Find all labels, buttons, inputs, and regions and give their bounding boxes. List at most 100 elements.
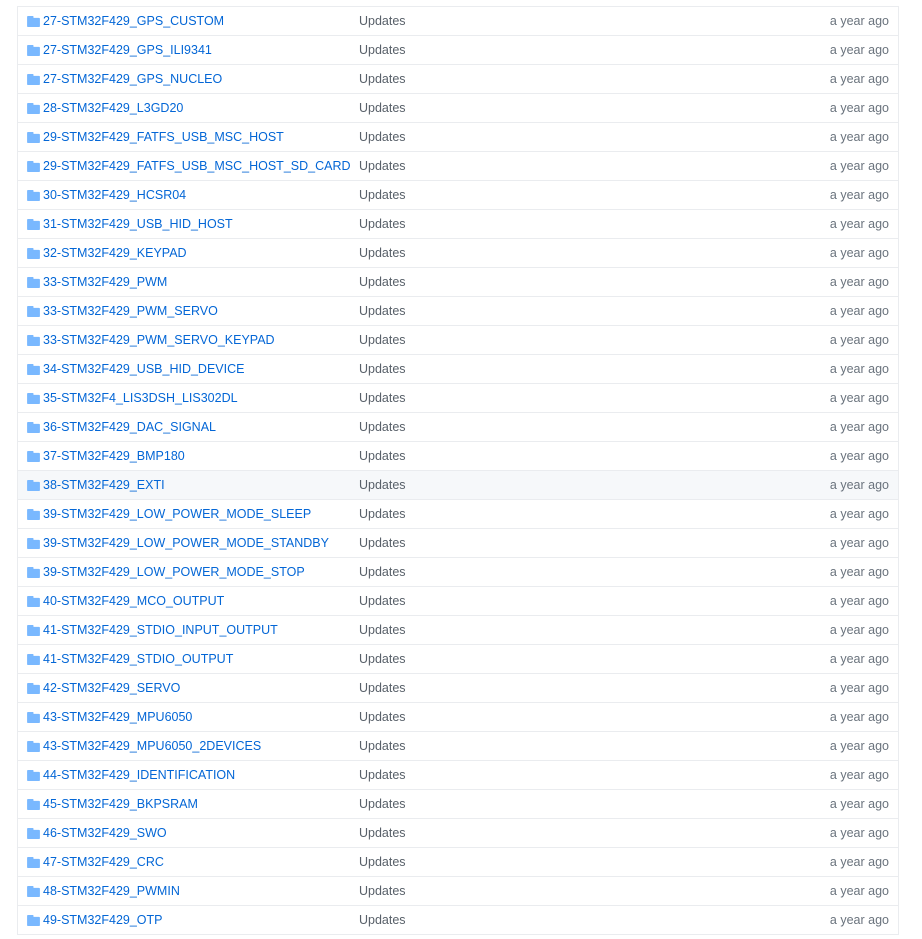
list-item[interactable]: 36-STM32F429_DAC_SIGNAL Updates a year a… <box>18 413 898 442</box>
folder-name-link[interactable]: 30-STM32F429_HCSR04 <box>43 188 186 202</box>
commit-message-link[interactable]: Updates <box>359 913 406 927</box>
list-item[interactable]: 27-STM32F429_GPS_NUCLEO Updates a year a… <box>18 65 898 94</box>
folder-icon <box>27 683 40 694</box>
commit-message-link[interactable]: Updates <box>359 652 406 666</box>
commit-message-link[interactable]: Updates <box>359 449 406 463</box>
commit-message-link[interactable]: Updates <box>359 101 406 115</box>
folder-name-link[interactable]: 33-STM32F429_PWM_SERVO <box>43 304 218 318</box>
commit-message-link[interactable]: Updates <box>359 623 406 637</box>
commit-message-link[interactable]: Updates <box>359 739 406 753</box>
folder-name-link[interactable]: 42-STM32F429_SERVO <box>43 681 180 695</box>
list-item[interactable]: 33-STM32F429_PWM_SERVO_KEYPAD Updates a … <box>18 326 898 355</box>
list-item[interactable]: 45-STM32F429_BKPSRAM Updates a year ago <box>18 790 898 819</box>
folder-name-link[interactable]: 47-STM32F429_CRC <box>43 855 164 869</box>
folder-icon <box>27 915 40 926</box>
folder-name-link[interactable]: 43-STM32F429_MPU6050 <box>43 710 192 724</box>
folder-name-link[interactable]: 43-STM32F429_MPU6050_2DEVICES <box>43 739 261 753</box>
commit-message-link[interactable]: Updates <box>359 681 406 695</box>
folder-name-link[interactable]: 33-STM32F429_PWM <box>43 275 167 289</box>
folder-name-link[interactable]: 40-STM32F429_MCO_OUTPUT <box>43 594 224 608</box>
commit-message-link[interactable]: Updates <box>359 217 406 231</box>
commit-message-link[interactable]: Updates <box>359 72 406 86</box>
list-item[interactable]: 41-STM32F429_STDIO_INPUT_OUTPUT Updates … <box>18 616 898 645</box>
commit-message-link[interactable]: Updates <box>359 536 406 550</box>
folder-name-link[interactable]: 44-STM32F429_IDENTIFICATION <box>43 768 235 782</box>
folder-name-link[interactable]: 45-STM32F429_BKPSRAM <box>43 797 198 811</box>
commit-message-link[interactable]: Updates <box>359 246 406 260</box>
folder-name-link[interactable]: 27-STM32F429_GPS_CUSTOM <box>43 14 224 28</box>
list-item[interactable]: 29-STM32F429_FATFS_USB_MSC_HOST Updates … <box>18 123 898 152</box>
list-item[interactable]: 43-STM32F429_MPU6050_2DEVICES Updates a … <box>18 732 898 761</box>
list-item[interactable]: 39-STM32F429_LOW_POWER_MODE_SLEEP Update… <box>18 500 898 529</box>
folder-name-link[interactable]: 33-STM32F429_PWM_SERVO_KEYPAD <box>43 333 275 347</box>
folder-name-link[interactable]: 32-STM32F429_KEYPAD <box>43 246 187 260</box>
commit-age: a year ago <box>829 362 889 376</box>
folder-name-link[interactable]: 48-STM32F429_PWMIN <box>43 884 180 898</box>
commit-message-link[interactable]: Updates <box>359 565 406 579</box>
list-item[interactable]: 44-STM32F429_IDENTIFICATION Updates a ye… <box>18 761 898 790</box>
list-item[interactable]: 29-STM32F429_FATFS_USB_MSC_HOST_SD_CARD … <box>18 152 898 181</box>
list-item[interactable]: 33-STM32F429_PWM_SERVO Updates a year ag… <box>18 297 898 326</box>
list-item[interactable]: 43-STM32F429_MPU6050 Updates a year ago <box>18 703 898 732</box>
commit-message-link[interactable]: Updates <box>359 43 406 57</box>
folder-name-link[interactable]: 36-STM32F429_DAC_SIGNAL <box>43 420 216 434</box>
commit-message-link[interactable]: Updates <box>359 594 406 608</box>
list-item[interactable]: 40-STM32F429_MCO_OUTPUT Updates a year a… <box>18 587 898 616</box>
folder-name-link[interactable]: 29-STM32F429_FATFS_USB_MSC_HOST <box>43 130 284 144</box>
folder-name-link[interactable]: 41-STM32F429_STDIO_OUTPUT <box>43 652 233 666</box>
list-item[interactable]: 28-STM32F429_L3GD20 Updates a year ago <box>18 94 898 123</box>
folder-name-link[interactable]: 39-STM32F429_LOW_POWER_MODE_STOP <box>43 565 305 579</box>
folder-name-link[interactable]: 35-STM32F4_LIS3DSH_LIS302DL <box>43 391 238 405</box>
commit-message-link[interactable]: Updates <box>359 159 406 173</box>
list-item[interactable]: 37-STM32F429_BMP180 Updates a year ago <box>18 442 898 471</box>
commit-message-link[interactable]: Updates <box>359 507 406 521</box>
folder-name-link[interactable]: 34-STM32F429_USB_HID_DEVICE <box>43 362 244 376</box>
commit-message-link[interactable]: Updates <box>359 884 406 898</box>
list-item[interactable]: 35-STM32F4_LIS3DSH_LIS302DL Updates a ye… <box>18 384 898 413</box>
commit-message-link[interactable]: Updates <box>359 188 406 202</box>
list-item[interactable]: 49-STM32F429_OTP Updates a year ago <box>18 906 898 935</box>
folder-name-link[interactable]: 39-STM32F429_LOW_POWER_MODE_SLEEP <box>43 507 311 521</box>
list-item[interactable]: 39-STM32F429_LOW_POWER_MODE_STANDBY Upda… <box>18 529 898 558</box>
commit-message-link[interactable]: Updates <box>359 304 406 318</box>
list-item[interactable]: 34-STM32F429_USB_HID_DEVICE Updates a ye… <box>18 355 898 384</box>
folder-name-link[interactable]: 49-STM32F429_OTP <box>43 913 163 927</box>
commit-message-link[interactable]: Updates <box>359 14 406 28</box>
list-item[interactable]: 41-STM32F429_STDIO_OUTPUT Updates a year… <box>18 645 898 674</box>
commit-age: a year ago <box>829 855 889 869</box>
folder-name-link[interactable]: 31-STM32F429_USB_HID_HOST <box>43 217 233 231</box>
commit-message-link[interactable]: Updates <box>359 768 406 782</box>
commit-message-link[interactable]: Updates <box>359 710 406 724</box>
list-item[interactable]: 39-STM32F429_LOW_POWER_MODE_STOP Updates… <box>18 558 898 587</box>
commit-message-link[interactable]: Updates <box>359 333 406 347</box>
folder-name-link[interactable]: 38-STM32F429_EXTI <box>43 478 165 492</box>
list-item[interactable]: 31-STM32F429_USB_HID_HOST Updates a year… <box>18 210 898 239</box>
folder-name-link[interactable]: 28-STM32F429_L3GD20 <box>43 101 183 115</box>
commit-message-link[interactable]: Updates <box>359 826 406 840</box>
folder-name-link[interactable]: 29-STM32F429_FATFS_USB_MSC_HOST_SD_CARD <box>43 159 351 173</box>
commit-message-link[interactable]: Updates <box>359 855 406 869</box>
list-item[interactable]: 46-STM32F429_SWO Updates a year ago <box>18 819 898 848</box>
commit-message-link[interactable]: Updates <box>359 130 406 144</box>
folder-name-link[interactable]: 41-STM32F429_STDIO_INPUT_OUTPUT <box>43 623 278 637</box>
list-item[interactable]: 47-STM32F429_CRC Updates a year ago <box>18 848 898 877</box>
list-item[interactable]: 33-STM32F429_PWM Updates a year ago <box>18 268 898 297</box>
folder-name-link[interactable]: 37-STM32F429_BMP180 <box>43 449 185 463</box>
list-item[interactable]: 32-STM32F429_KEYPAD Updates a year ago <box>18 239 898 268</box>
list-item[interactable]: 38-STM32F429_EXTI Updates a year ago <box>18 471 898 500</box>
commit-message-link[interactable]: Updates <box>359 275 406 289</box>
list-item[interactable]: 27-STM32F429_GPS_CUSTOM Updates a year a… <box>18 7 898 36</box>
commit-message-link[interactable]: Updates <box>359 797 406 811</box>
list-item[interactable]: 48-STM32F429_PWMIN Updates a year ago <box>18 877 898 906</box>
folder-name-link[interactable]: 27-STM32F429_GPS_ILI9341 <box>43 43 212 57</box>
folder-name-link[interactable]: 27-STM32F429_GPS_NUCLEO <box>43 72 222 86</box>
commit-message-link[interactable]: Updates <box>359 391 406 405</box>
commit-message-link[interactable]: Updates <box>359 362 406 376</box>
list-item[interactable]: 30-STM32F429_HCSR04 Updates a year ago <box>18 181 898 210</box>
list-item[interactable]: 42-STM32F429_SERVO Updates a year ago <box>18 674 898 703</box>
commit-message-link[interactable]: Updates <box>359 478 406 492</box>
folder-name-link[interactable]: 39-STM32F429_LOW_POWER_MODE_STANDBY <box>43 536 329 550</box>
list-item[interactable]: 27-STM32F429_GPS_ILI9341 Updates a year … <box>18 36 898 65</box>
folder-name-link[interactable]: 46-STM32F429_SWO <box>43 826 167 840</box>
commit-message-link[interactable]: Updates <box>359 420 406 434</box>
